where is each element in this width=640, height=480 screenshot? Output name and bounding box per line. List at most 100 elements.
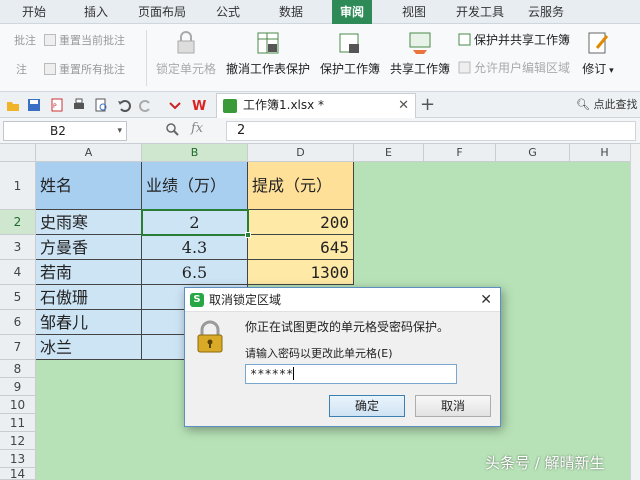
table-row-performance[interactable]: 6.5 [142, 260, 248, 285]
row-header-14[interactable]: 14 [0, 468, 36, 480]
redo-icon[interactable] [139, 98, 153, 112]
formula-value: 2 [237, 123, 246, 138]
table-row-name[interactable]: 方曼香 [36, 235, 142, 260]
tab-review[interactable]: 审阅 [332, 0, 373, 24]
search-box[interactable]: 🔍︎ 点此查找 [576, 92, 637, 118]
column-header-h[interactable]: H [570, 144, 630, 162]
export-pdf-icon[interactable]: P [50, 98, 64, 112]
row-header-1[interactable]: 1 [0, 162, 36, 210]
share-workbook-button[interactable]: 共享工作簿 [388, 30, 452, 88]
row-header-3[interactable]: 3 [0, 235, 36, 260]
note-button[interactable]: 注 [16, 60, 27, 80]
table-row-name[interactable]: 邹春儿 [36, 310, 142, 335]
name-box-value: B2 [50, 124, 66, 138]
table-row-name[interactable]: 史雨寒 [36, 210, 142, 235]
protect-workbook-button[interactable]: 保护工作簿 [318, 30, 382, 88]
comment-label: 批注 [14, 34, 36, 47]
formula-input[interactable]: 2 [226, 121, 636, 141]
allow-edit-ranges-button[interactable]: 允许用户编辑区域 [458, 58, 570, 78]
customize-toolbar-icon[interactable] [168, 98, 182, 112]
vertical-scrollbar[interactable] [630, 144, 640, 480]
select-all-corner[interactable] [0, 144, 36, 162]
tab-insert[interactable]: 插入 [84, 0, 108, 24]
document-tab[interactable]: 工作簿1.xlsx * ✕ [216, 93, 416, 118]
cell-d1[interactable]: 提成（元） [248, 162, 354, 210]
comment-button[interactable]: 批注 [14, 31, 36, 51]
row-header-7[interactable]: 7 [0, 335, 36, 360]
name-box[interactable]: B2 ▾ [3, 121, 127, 141]
ok-button[interactable]: 确定 [329, 395, 405, 417]
column-header-b[interactable]: B [142, 144, 248, 162]
quick-access-bar: P W 工作簿1.xlsx * ✕ + [0, 92, 640, 118]
chevron-down-icon[interactable]: ▾ [117, 122, 122, 140]
dialog-title-bar: S 取消锁定区域 ✕ [185, 288, 500, 312]
insert-function-button[interactable]: fx [191, 121, 203, 136]
watermark-text: 头条号 / 解晴新生 [485, 454, 605, 472]
row-header-11[interactable]: 11 [0, 414, 36, 432]
cell-b1[interactable]: 业绩（万） [142, 162, 248, 210]
ribbon-separator [146, 30, 147, 86]
tab-cloud[interactable]: 云服务 [528, 0, 564, 24]
column-header-e[interactable]: E [354, 144, 424, 162]
zoom-icon[interactable] [165, 122, 179, 136]
open-folder-icon[interactable] [6, 98, 20, 112]
reset-all-comments-button[interactable]: 重置所有批注 [44, 60, 125, 80]
print-icon[interactable] [72, 98, 86, 112]
row-header-12[interactable]: 12 [0, 432, 36, 450]
row-header-13[interactable]: 13 [0, 450, 36, 468]
cancel-button[interactable]: 取消 [415, 395, 491, 417]
allow-edit-ranges-label: 允许用户编辑区域 [474, 61, 571, 75]
document-tab-title: 工作簿1.xlsx * [243, 98, 325, 112]
spreadsheet-file-icon [223, 99, 237, 113]
tab-view[interactable]: 视图 [402, 0, 426, 24]
close-tab-icon[interactable]: ✕ [398, 94, 409, 117]
row-header-8[interactable]: 8 [0, 360, 36, 378]
row-header-4[interactable]: 4 [0, 260, 36, 285]
track-changes-button[interactable]: 修订 ▾ [580, 30, 616, 88]
ribbon-tab-bar: 开始 插入 页面布局 公式 数据 审阅 视图 开发工具 云服务 [0, 0, 640, 24]
text-caret [293, 367, 295, 380]
dialog-title: 取消锁定区域 [209, 293, 282, 307]
edit-ranges-icon [458, 61, 471, 74]
table-row-performance[interactable]: 4.3 [142, 235, 248, 260]
password-label: 请输入密码以更改此单元格(E) [245, 347, 393, 360]
row-header-9[interactable]: 9 [0, 378, 36, 396]
row-header-6[interactable]: 6 [0, 310, 36, 335]
tab-home[interactable]: 开始 [22, 0, 46, 24]
table-row-name[interactable]: 石傲珊 [36, 285, 142, 310]
protect-workbook-icon [339, 33, 359, 53]
lock-cells-button[interactable]: 锁定单元格 [154, 30, 218, 88]
column-header-a[interactable]: A [36, 144, 142, 162]
protect-share-label: 保护并共享工作簿 [474, 33, 571, 47]
unprotect-sheet-button[interactable]: 撤消工作表保护 [224, 30, 312, 88]
tab-page-layout[interactable]: 页面布局 [138, 0, 186, 24]
row-header-2[interactable]: 2 [0, 210, 36, 235]
print-preview-icon[interactable] [94, 98, 108, 112]
table-row-commission[interactable]: 200 [248, 210, 354, 235]
save-icon[interactable] [27, 98, 41, 112]
tab-formulas[interactable]: 公式 [216, 0, 240, 24]
reset-current-comment-button[interactable]: 重置当前批注 [44, 31, 125, 51]
lock-icon [177, 31, 195, 54]
row-header-5[interactable]: 5 [0, 285, 36, 310]
tab-data[interactable]: 数据 [279, 0, 303, 24]
column-header-d[interactable]: D [248, 144, 354, 162]
ribbon-panel: 批注 重置当前批注 注 重置所有批注 锁定单元格 撤消工作表保护 保护工作簿 共… [0, 24, 640, 92]
column-header-g[interactable]: G [496, 144, 570, 162]
row-header-10[interactable]: 10 [0, 396, 36, 414]
padlock-icon [197, 320, 223, 353]
table-row-name[interactable]: 冰兰 [36, 335, 142, 360]
table-row-commission[interactable]: 645 [248, 235, 354, 260]
table-row-performance[interactable]: 2 [142, 210, 248, 235]
column-header-f[interactable]: F [424, 144, 496, 162]
close-icon[interactable]: ✕ [480, 288, 492, 312]
undo-icon[interactable] [117, 98, 131, 112]
table-row-name[interactable]: 若南 [36, 260, 142, 285]
password-field[interactable]: ****** [245, 364, 457, 384]
cell-a1[interactable]: 姓名 [36, 162, 142, 210]
wps-logo-icon[interactable]: W [192, 98, 210, 112]
new-tab-button[interactable]: + [420, 94, 435, 116]
tab-developer[interactable]: 开发工具 [456, 0, 504, 24]
table-row-commission[interactable]: 1300 [248, 260, 354, 285]
protect-and-share-button[interactable]: 保护并共享工作簿 [458, 30, 570, 50]
